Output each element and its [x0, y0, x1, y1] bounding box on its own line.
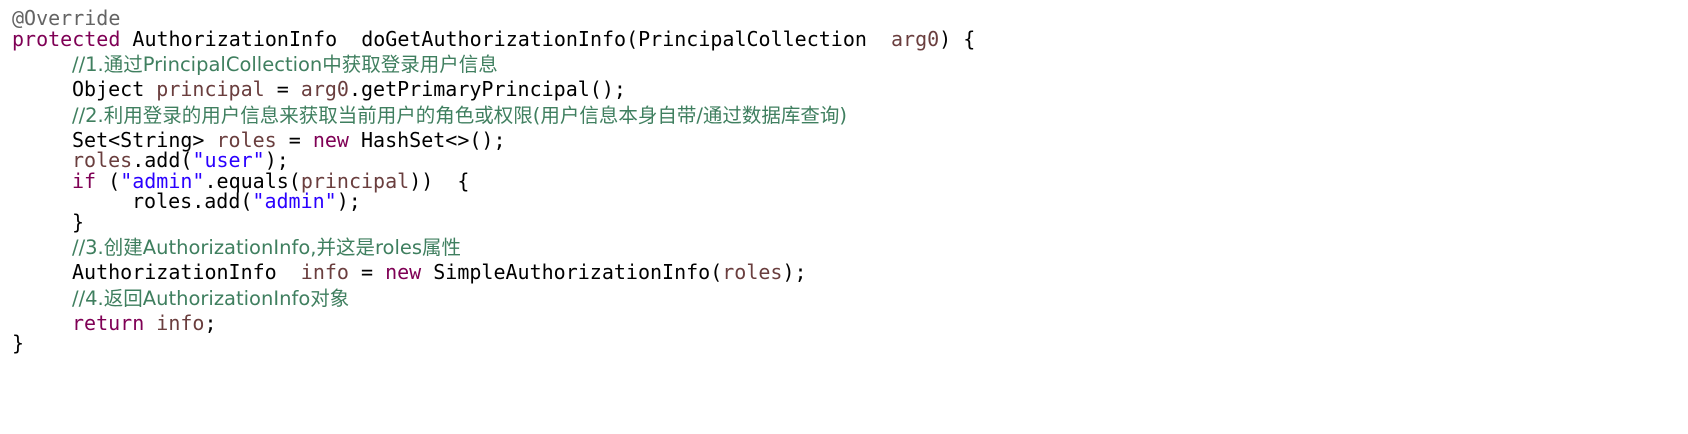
- var-info: info: [156, 310, 205, 335]
- code-line-15: }: [12, 333, 1672, 354]
- code-line-3: //1.通过PrincipalCollection中获取登录用户信息: [12, 49, 1672, 79]
- code-line-6: Set<String> roles = new HashSet<>();: [12, 127, 1672, 152]
- code-line-1: @Override: [12, 8, 1672, 29]
- var-roles: roles: [722, 260, 783, 284]
- code-line-4: Object principal = arg0.getPrimaryPrinci…: [12, 79, 1672, 100]
- keyword-return: return: [72, 310, 145, 335]
- keyword-if: if: [72, 168, 97, 193]
- code-line-5: //2.利用登录的用户信息来获取当前用户的角色或权限(用户信息本身自带/通过数据…: [12, 100, 1672, 130]
- comment-step-3: //3.创建AuthorizationInfo,并这是roles属性: [72, 236, 462, 259]
- code-line-11: //3.创建AuthorizationInfo,并这是roles属性: [12, 232, 1672, 262]
- code-line-13: //4.返回AuthorizationInfo对象: [12, 283, 1672, 313]
- keyword-new: new: [385, 260, 422, 284]
- call-roles-add: roles.add(: [132, 189, 253, 213]
- brace-close-if: }: [72, 209, 85, 234]
- code-line-2: protected AuthorizationInfo doGetAuthori…: [12, 26, 1672, 51]
- assign-op: =: [348, 260, 386, 284]
- param-arg0: arg0: [891, 26, 940, 51]
- code-line-14: return info;: [12, 310, 1672, 335]
- type-object: Object: [72, 77, 157, 101]
- string-admin: "admin": [252, 189, 337, 213]
- method-signature: AuthorizationInfo doGetAuthorizationInfo…: [120, 26, 891, 51]
- comment-step-4: //4.返回AuthorizationInfo对象: [72, 286, 350, 310]
- simple-authorization-info-constructor: SimpleAuthorizationInfo(: [421, 260, 723, 284]
- code-line-12: AuthorizationInfo info = new SimpleAutho…: [12, 262, 1672, 283]
- signature-end: ) {: [939, 26, 976, 51]
- type-authorization-info: AuthorizationInfo: [72, 260, 301, 284]
- code-line-9: roles.add("admin");: [12, 191, 1672, 212]
- code-editor[interactable]: @Override protected AuthorizationInfo do…: [12, 8, 1672, 354]
- code-line-7: roles.add("user");: [12, 150, 1672, 171]
- call-get-primary-principal: .getPrimaryPrincipal();: [348, 77, 626, 101]
- brace-close-method: }: [12, 331, 25, 355]
- paren-open: (: [96, 168, 121, 193]
- hashset-constructor: HashSet<>();: [348, 127, 506, 152]
- comment-step-2: //2.利用登录的用户信息来获取当前用户的角色或权限(用户信息本身自带/通过数据…: [72, 103, 848, 127]
- keyword-protected: protected: [12, 26, 121, 51]
- call-end: );: [336, 189, 361, 213]
- code-line-10: }: [12, 209, 1672, 234]
- code-line-8: if ("admin".equals(principal)) {: [12, 168, 1672, 193]
- if-close: )) {: [409, 168, 470, 193]
- var-arg0: arg0: [300, 77, 349, 101]
- comment-step-1: //1.通过PrincipalCollection中获取登录用户信息: [72, 53, 498, 76]
- call-end: );: [782, 260, 807, 284]
- var-principal: principal: [156, 77, 265, 101]
- semicolon: ;: [204, 310, 217, 335]
- var-info: info: [300, 260, 349, 284]
- keyword-new: new: [312, 127, 349, 152]
- assign-op: =: [264, 77, 301, 101]
